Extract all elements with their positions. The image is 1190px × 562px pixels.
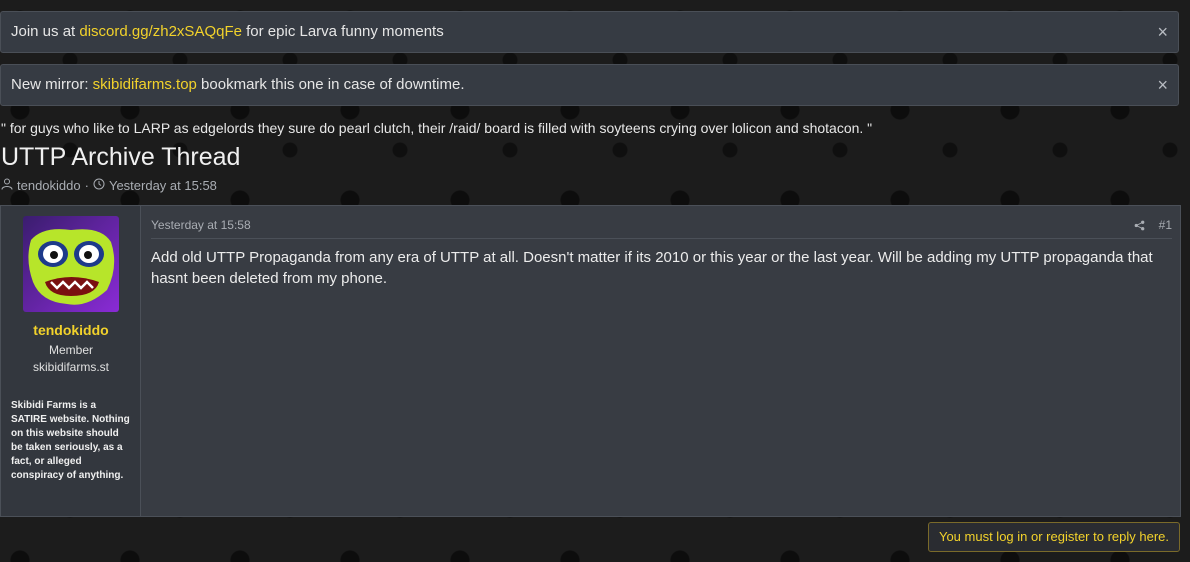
satire-disclaimer: Skibidi Farms is a SATIRE website. Nothi… (11, 400, 130, 481)
clock-icon (93, 178, 105, 193)
user-icon (1, 178, 13, 193)
thread-author-link[interactable]: tendokiddo (17, 178, 81, 193)
user-role: Member (48, 343, 93, 357)
discord-notice: Join us at discord.gg/zh2xSAQqFe for epi… (0, 11, 1179, 53)
post-divider (151, 238, 1172, 239)
post: tendokiddo Member skibidifarms.st Skibid… (0, 205, 1181, 517)
share-icon[interactable] (1134, 220, 1145, 231)
post-username[interactable]: tendokiddo (1, 322, 141, 338)
discord-link[interactable]: discord.gg/zh2xSAQqFe (79, 23, 242, 40)
close-icon[interactable]: × (1157, 65, 1168, 105)
post-timestamp[interactable]: Yesterday at 15:58 (151, 218, 251, 232)
notice-text-prefix: Join us at (11, 23, 80, 40)
thread-date-link[interactable]: Yesterday at 15:58 (109, 178, 217, 193)
site-quote: " for guys who like to LARP as edgelords… (1, 120, 873, 136)
post-message: Add old UTTP Propaganda from any era of … (151, 249, 1153, 287)
thread-title: UTTP Archive Thread (1, 143, 241, 171)
post-actions: #1 (1134, 218, 1172, 232)
meta-separator: · (84, 178, 89, 193)
mirror-notice: New mirror: skibidifarms.top bookmark th… (0, 64, 1179, 106)
thread-meta: tendokiddo · Yesterday at 15:58 (1, 178, 217, 193)
notice-text-suffix: for epic Larva funny moments (241, 23, 444, 40)
mirror-link[interactable]: skibidifarms.top (93, 76, 197, 93)
avatar[interactable] (23, 216, 119, 312)
notice-text-suffix: bookmark this one in case of downtime. (196, 76, 465, 93)
user-site: skibidifarms.st (32, 360, 109, 374)
post-number-link[interactable]: #1 (1159, 218, 1172, 232)
login-to-reply-button[interactable]: You must log in or register to reply her… (927, 522, 1180, 552)
post-body: Yesterday at 15:58 #1 Add old UTTP Propa… (141, 206, 1180, 516)
notice-text-prefix: New mirror: (11, 76, 93, 93)
close-icon[interactable]: × (1157, 12, 1168, 52)
post-user-pane: tendokiddo Member skibidifarms.st Skibid… (1, 206, 141, 516)
